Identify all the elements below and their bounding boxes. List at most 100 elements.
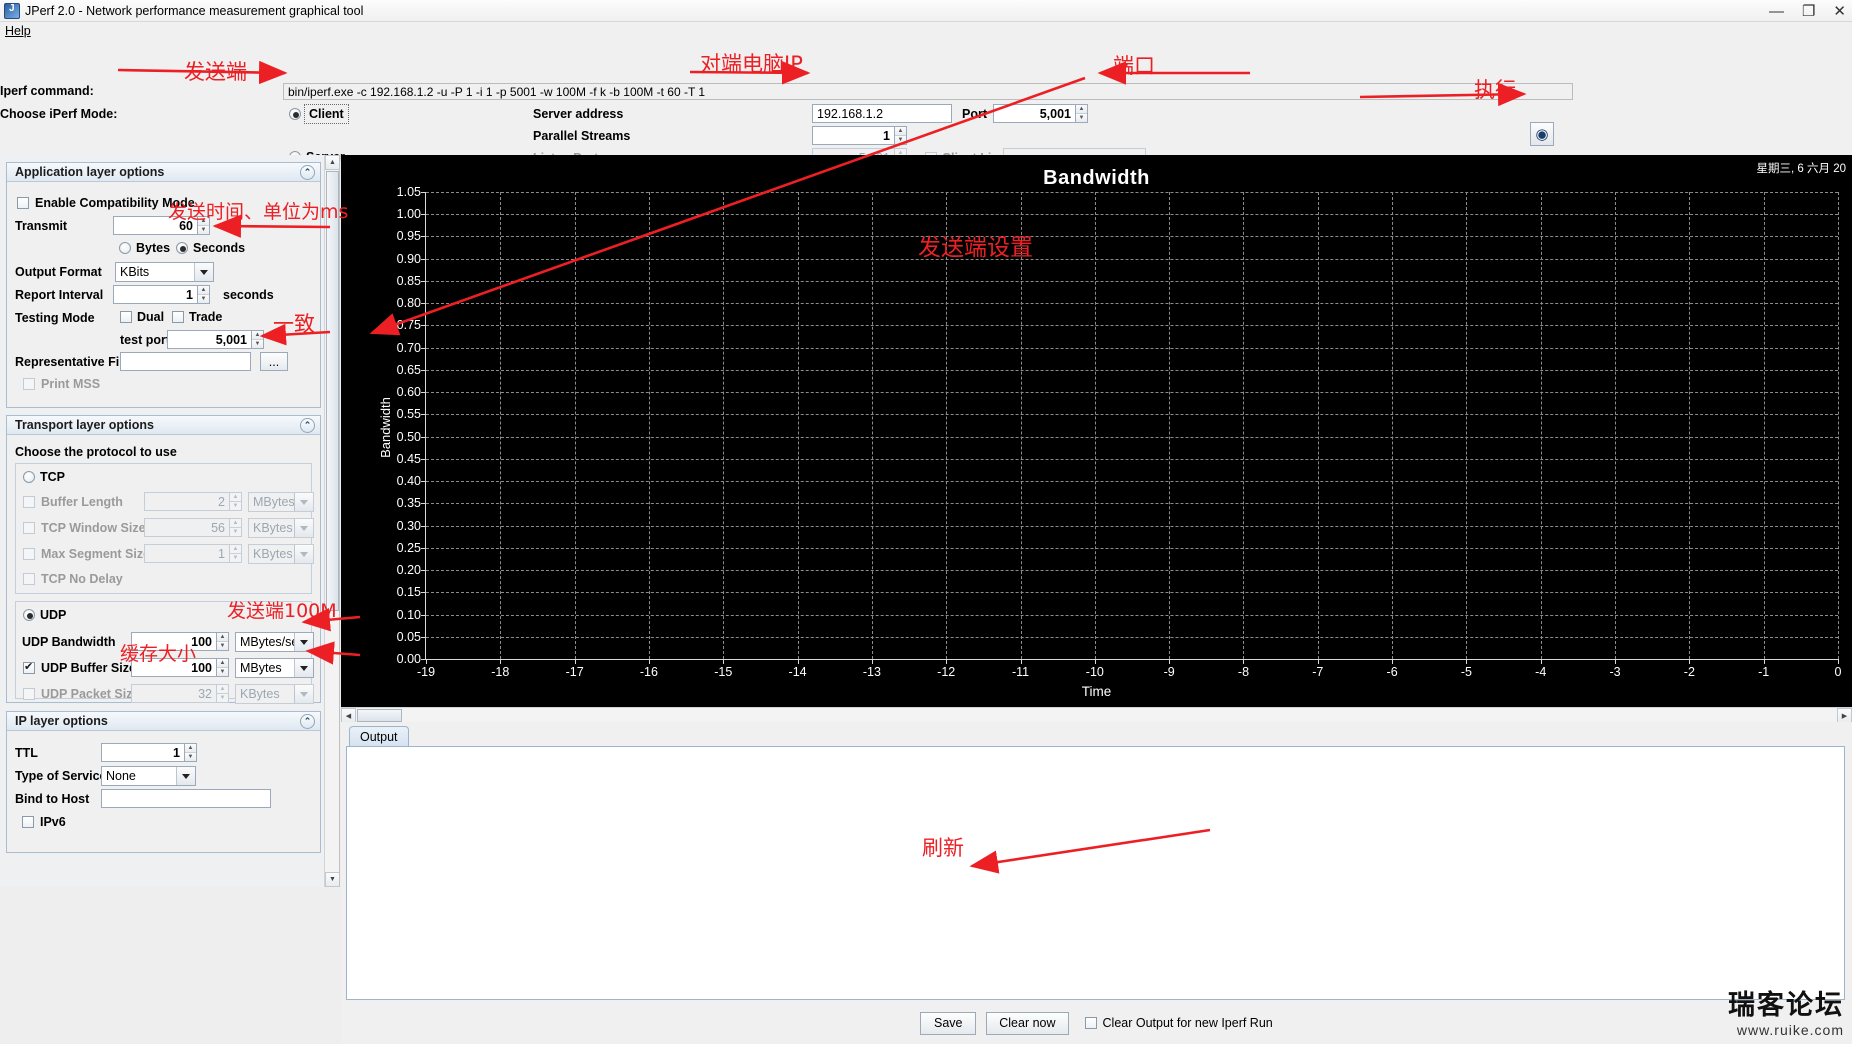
udp-buffer-size-unit-select[interactable]: MBytes bbox=[235, 658, 314, 678]
ub-spin-buttons[interactable]: ▲ ▼ bbox=[217, 632, 229, 651]
udp-option[interactable]: UDP bbox=[23, 608, 66, 622]
mode-client-option[interactable]: Client bbox=[289, 104, 349, 124]
collapse-ip-layer-icon[interactable]: ⌃ bbox=[300, 714, 315, 729]
parallel-streams-input[interactable]: 1 bbox=[812, 126, 895, 145]
scroll-down-arrow-icon[interactable]: ▼ bbox=[325, 872, 339, 887]
collapse-transport-layer-icon[interactable]: ⌃ bbox=[300, 418, 315, 433]
ri-spin-down[interactable]: ▼ bbox=[198, 294, 209, 303]
test-port-spin-buttons[interactable]: ▲ ▼ bbox=[252, 330, 264, 349]
ttl-spin-up[interactable]: ▲ bbox=[185, 744, 196, 753]
test-port-input[interactable]: 5,001 bbox=[167, 330, 252, 349]
server-address-input[interactable]: 192.168.1.2 bbox=[812, 104, 952, 123]
trade-checkbox[interactable] bbox=[172, 311, 184, 323]
representative-file-input[interactable] bbox=[120, 352, 251, 371]
dual-option[interactable]: Dual bbox=[120, 310, 164, 324]
bind-to-host-input[interactable] bbox=[101, 789, 271, 808]
close-icon[interactable]: ✕ bbox=[1833, 4, 1846, 19]
ubs-spin-buttons[interactable]: ▲ ▼ bbox=[217, 658, 229, 677]
port-spin-buttons[interactable]: ▲ ▼ bbox=[1076, 104, 1088, 123]
scroll-up-arrow-icon[interactable]: ▲ bbox=[325, 155, 339, 170]
ri-spin-up[interactable]: ▲ bbox=[198, 286, 209, 295]
bytes-radio[interactable] bbox=[119, 242, 131, 254]
port-spin-down[interactable]: ▼ bbox=[1076, 113, 1087, 122]
clear-now-button[interactable]: Clear now bbox=[986, 1011, 1069, 1035]
tp-spin-down[interactable]: ▼ bbox=[252, 339, 263, 348]
udp-bandwidth-spinner[interactable]: 100 ▲ ▼ bbox=[131, 632, 229, 651]
transmit-input[interactable]: 60 bbox=[113, 216, 198, 235]
dual-checkbox[interactable] bbox=[120, 311, 132, 323]
type-of-service-select[interactable]: None bbox=[101, 766, 196, 786]
output-format-chevron-down-icon[interactable] bbox=[194, 263, 213, 281]
seconds-radio[interactable] bbox=[176, 242, 188, 254]
transmit-spinner[interactable]: 60 ▲ ▼ bbox=[113, 216, 210, 235]
enable-compat-option[interactable]: Enable Compatibility Mode bbox=[17, 196, 195, 210]
chart-x-axis-label: Time bbox=[1081, 684, 1112, 699]
chart-grid-line-vertical bbox=[1020, 192, 1022, 659]
transmit-spin-buttons[interactable]: ▲ ▼ bbox=[198, 216, 210, 235]
udp-buffer-size-spinner[interactable]: 100 ▲ ▼ bbox=[131, 658, 229, 677]
ps-spin-up[interactable]: ▲ bbox=[895, 127, 906, 136]
ubs-spin-up[interactable]: ▲ bbox=[217, 659, 228, 668]
clear-output-checkbox[interactable] bbox=[1084, 1017, 1097, 1029]
tp-spin-up[interactable]: ▲ bbox=[252, 331, 263, 340]
menu-help[interactable]: Help bbox=[0, 24, 36, 38]
udp-bandwidth-chevron-down-icon[interactable] bbox=[294, 633, 313, 651]
port-spin-up[interactable]: ▲ bbox=[1076, 105, 1087, 114]
tab-output[interactable]: Output bbox=[349, 726, 409, 747]
report-interval-input[interactable]: 1 bbox=[113, 285, 198, 304]
tcp-radio[interactable] bbox=[23, 471, 35, 483]
ttl-spinner[interactable]: 1 ▲ ▼ bbox=[101, 743, 197, 762]
maximize-icon[interactable]: ❐ bbox=[1802, 4, 1815, 19]
type-of-service-chevron-down-icon[interactable] bbox=[176, 767, 195, 785]
ipv6-checkbox[interactable] bbox=[22, 816, 34, 828]
tr-spin-down[interactable]: ▼ bbox=[198, 225, 209, 234]
port-input[interactable]: 5,001 bbox=[993, 104, 1076, 123]
output-format-select[interactable]: KBits bbox=[115, 262, 214, 282]
udp-bandwidth-unit-select[interactable]: MBytes/sec bbox=[235, 632, 314, 652]
max-segment-size-unit: KBytes bbox=[253, 547, 293, 561]
chart-grid-line-vertical bbox=[1466, 192, 1468, 659]
ub-spin-up[interactable]: ▲ bbox=[217, 633, 228, 642]
tr-spin-up[interactable]: ▲ bbox=[198, 217, 209, 226]
ttl-spin-down[interactable]: ▼ bbox=[185, 752, 196, 761]
ps-spin-down[interactable]: ▼ bbox=[895, 135, 906, 144]
output-textarea[interactable] bbox=[346, 746, 1845, 1000]
type-of-service-value: None bbox=[106, 769, 136, 783]
transmit-seconds-option[interactable]: Seconds bbox=[176, 241, 245, 255]
udp-buffer-size-input[interactable]: 100 bbox=[131, 658, 217, 677]
ubs-spin-down[interactable]: ▼ bbox=[217, 667, 228, 676]
run-iperf-button[interactable]: ◉ bbox=[1530, 122, 1554, 146]
udp-buffer-size-checkbox[interactable] bbox=[23, 660, 35, 674]
udp-radio[interactable] bbox=[23, 609, 35, 621]
chart-scroll-left-arrow-icon[interactable]: ◀ bbox=[341, 708, 356, 723]
browse-file-button[interactable]: ... bbox=[260, 352, 288, 371]
clear-output-option[interactable]: Clear Output for new Iperf Run bbox=[1084, 1016, 1273, 1030]
chart-scrollbar-thumb[interactable] bbox=[357, 709, 402, 722]
report-interval-spin-buttons[interactable]: ▲ ▼ bbox=[198, 285, 210, 304]
udp-buffer-size-chevron-down-icon[interactable] bbox=[294, 659, 313, 677]
sidebar-scrollbar[interactable]: ▲ ▼ bbox=[324, 155, 339, 887]
window-controls[interactable]: — ❐ ✕ bbox=[1769, 0, 1846, 22]
trade-option[interactable]: Trade bbox=[172, 310, 222, 324]
collapse-app-layer-icon[interactable]: ⌃ bbox=[300, 165, 315, 180]
udp-buffer-size-option[interactable]: UDP Buffer Size bbox=[23, 660, 136, 675]
ipv6-option[interactable]: IPv6 bbox=[22, 815, 66, 829]
parallel-streams-spin-buttons[interactable]: ▲ ▼ bbox=[895, 126, 907, 145]
client-radio[interactable] bbox=[289, 108, 301, 120]
ttl-input[interactable]: 1 bbox=[101, 743, 185, 762]
save-button[interactable]: Save bbox=[920, 1011, 977, 1035]
enable-compat-checkbox[interactable] bbox=[17, 197, 29, 209]
report-interval-spinner[interactable]: 1 ▲ ▼ bbox=[113, 285, 210, 304]
scrollbar-thumb[interactable] bbox=[326, 171, 339, 611]
port-spinner[interactable]: 5,001 ▲ ▼ bbox=[993, 104, 1088, 123]
parallel-streams-spinner[interactable]: 1 ▲ ▼ bbox=[812, 126, 907, 145]
ub-spin-down[interactable]: ▼ bbox=[217, 641, 228, 650]
chart-horizontal-scrollbar[interactable]: ◀ ▶ bbox=[341, 707, 1852, 723]
udp-bandwidth-input[interactable]: 100 bbox=[131, 632, 217, 651]
minimize-icon[interactable]: — bbox=[1769, 4, 1784, 19]
chart-scroll-right-arrow-icon[interactable]: ▶ bbox=[1837, 708, 1852, 723]
ttl-spin-buttons[interactable]: ▲ ▼ bbox=[185, 743, 197, 762]
transmit-bytes-option[interactable]: Bytes bbox=[119, 241, 170, 255]
test-port-spinner[interactable]: 5,001 ▲ ▼ bbox=[167, 330, 264, 349]
tcp-option[interactable]: TCP bbox=[23, 470, 65, 484]
